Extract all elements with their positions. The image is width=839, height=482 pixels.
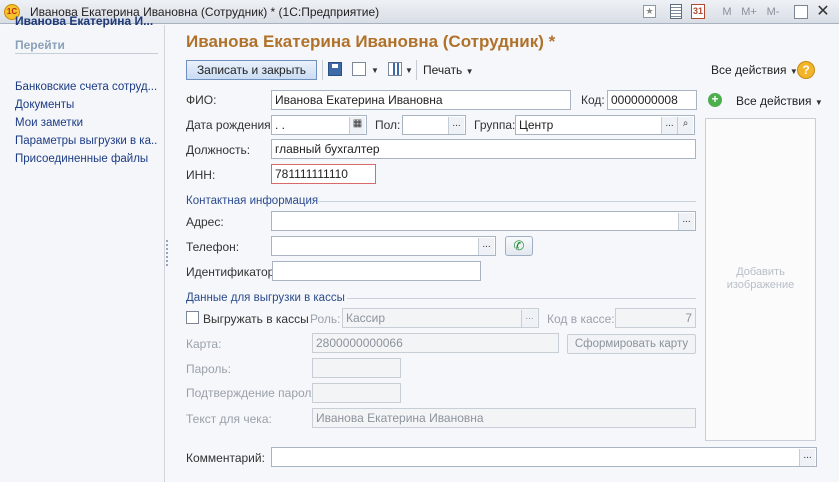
copy-document-icon[interactable] [352,62,366,76]
receipt-text-field[interactable]: Иванова Екатерина Ивановна [312,408,696,428]
section-divider [317,201,696,202]
select-ellipsis-button[interactable]: ... [678,213,694,230]
export-to-kassa-checkbox[interactable] [186,311,199,324]
nav-item-notes[interactable]: Мои заметки [15,117,158,129]
nav-item-bank-accounts[interactable]: Банковские счета сотруд... [15,81,158,93]
photo-all-actions-label: Все действия [736,94,812,108]
toolbar-separator-2 [416,60,417,80]
restore-window-button[interactable] [794,5,808,19]
report-icon[interactable] [388,62,402,76]
gender-label: Пол: [375,118,401,132]
code-label: Код: [581,93,605,107]
kassa-code-label: Код в кассе: [547,312,615,326]
chevron-down-icon: ▼ [465,67,474,76]
search-icon[interactable]: ⌕ [677,117,693,134]
form-title: Иванова Екатерина Ивановна (Сотрудник) * [186,32,556,51]
group-label: Группа: [474,118,516,132]
calculator-icon[interactable] [670,4,682,19]
select-ellipsis-button[interactable]: ... [661,117,677,134]
kassa-section-title: Данные для выгрузки в кассы [186,292,345,304]
add-image-icon[interactable]: + [708,93,722,107]
identifier-label: Идентификатор: [186,265,278,279]
phone-field[interactable]: ... [271,236,496,256]
generate-card-button[interactable]: Сформировать карту [567,334,696,354]
code-field[interactable]: 0000000008 [607,90,697,110]
select-ellipsis-button[interactable]: ... [799,449,815,466]
save-and-close-button[interactable]: Записать и закрыть [186,60,317,80]
role-field[interactable]: Кассир... [342,308,539,328]
nav-header[interactable]: Иванова Екатерина И... [15,14,160,28]
receipt-text-label: Текст для чека: [186,412,272,426]
print-label: Печать [423,63,463,77]
section-divider [347,298,696,299]
select-ellipsis-button[interactable]: ... [478,238,494,255]
panel-splitter[interactable] [166,240,170,266]
fio-field[interactable]: Иванова Екатерина Ивановна [271,90,571,110]
comment-label: Комментарий: [186,451,265,465]
contact-info-section-title: Контактная информация [186,195,319,207]
nav-item-export-params[interactable]: Параметры выгрузки в ка... [15,135,158,147]
gender-field[interactable]: ... [402,115,466,135]
calendar-picker-icon[interactable]: ▦ [349,117,365,134]
select-ellipsis-button[interactable]: ... [521,310,537,327]
export-to-kassa-label: Выгружать в кассы [203,312,309,326]
favorite-icon[interactable]: ★ [643,5,656,18]
memory-add-button[interactable]: M+ [739,4,759,20]
group-field[interactable]: Центр... ⌕ [515,115,695,135]
navigation-panel [0,25,165,482]
memory-subtract-button[interactable]: M- [763,4,783,20]
identifier-field[interactable] [272,261,481,281]
photo-all-actions-button[interactable]: Все действия ▼ [736,92,823,112]
card-field[interactable]: 2800000000066 [312,333,559,353]
birth-date-label: Дата рождения: [186,118,274,132]
fio-label: ФИО: [186,93,217,107]
group-value: Центр [519,118,554,132]
birth-date-field[interactable]: . . ▦ [271,115,367,135]
role-label: Роль: [310,312,341,326]
add-image-text: Добавить изображение [726,266,795,291]
help-icon[interactable]: ? [797,61,815,79]
address-field[interactable]: ... [271,211,696,231]
card-label: Карта: [186,337,222,351]
comment-field[interactable]: ... [271,447,817,467]
report-dropdown-icon[interactable]: ▼ [405,66,413,75]
calendar-icon[interactable]: 31 [691,4,705,19]
password-confirm-label: Подтверждение пароля: [186,386,322,400]
all-actions-button[interactable]: Все действия ▼ [711,61,798,81]
copy-dropdown-icon[interactable]: ▼ [371,66,379,75]
password-confirm-field[interactable] [312,383,401,403]
phone-call-icon[interactable]: ✆ [505,236,533,256]
phone-label: Телефон: [186,240,240,254]
toolbar-separator [322,60,323,80]
position-field[interactable]: главный бухгалтер [271,139,696,159]
position-label: Должность: [186,143,251,157]
save-icon[interactable] [328,62,342,76]
nav-goto-heading: Перейти [15,38,158,54]
password-field[interactable] [312,358,401,378]
memory-clear-button[interactable]: M [720,4,734,20]
select-ellipsis-button[interactable]: ... [448,117,464,134]
role-value: Кассир [346,311,386,325]
inn-field[interactable]: 781111111110 [271,164,376,184]
password-label: Пароль: [186,362,231,376]
chevron-down-icon: ▼ [814,98,823,107]
all-actions-label: Все действия [711,63,787,77]
inn-label: ИНН: [186,168,216,182]
nav-item-attached-files[interactable]: Присоединенные файлы [15,153,158,165]
print-menu-button[interactable]: Печать ▼ [423,61,474,81]
address-label: Адрес: [186,215,224,229]
close-window-button[interactable]: ✕ [815,3,831,21]
nav-item-documents[interactable]: Документы [15,99,158,111]
kassa-code-field[interactable]: 7 [615,308,696,328]
birth-date-value: . . [275,118,286,132]
